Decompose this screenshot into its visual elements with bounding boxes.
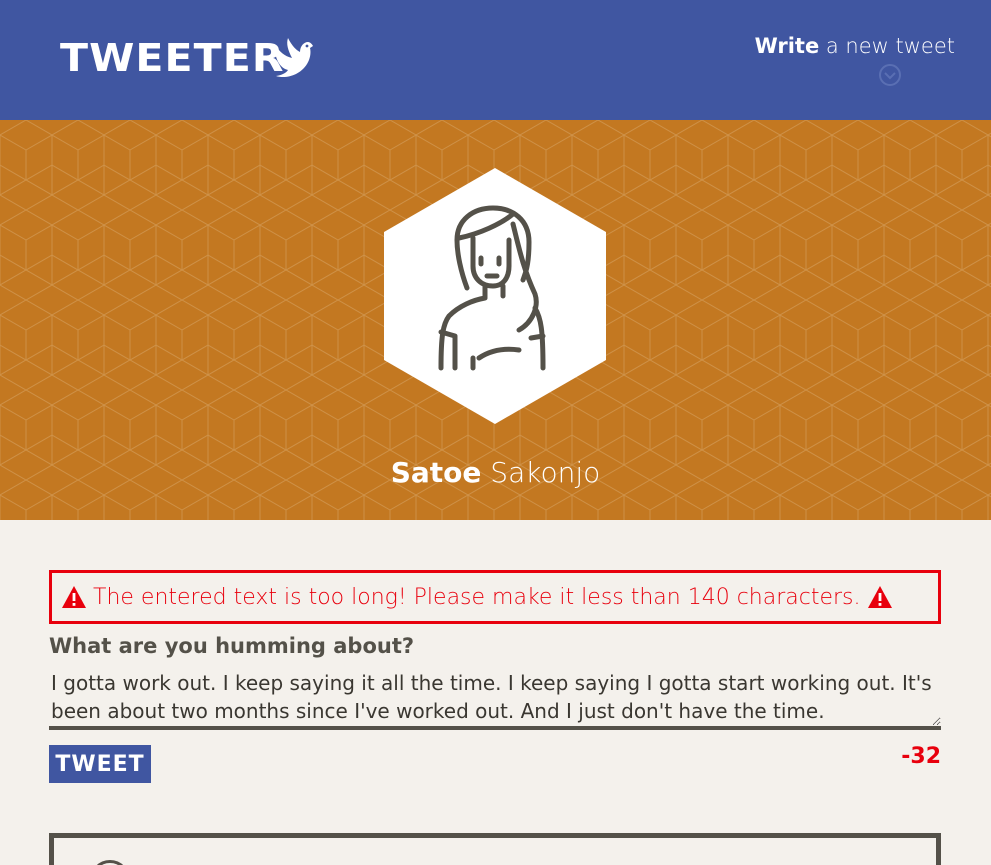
first-name: Satoe (390, 456, 482, 489)
avatar (384, 168, 606, 424)
last-name: Sakonjo (481, 456, 601, 489)
tweet-avatar (90, 860, 130, 865)
error-text: The entered text is too long! Please mak… (93, 584, 861, 610)
user-name: Satoe Sakonjo (0, 456, 991, 489)
profile-header: Satoe Sakonjo (0, 120, 991, 520)
compose-label: a new tweet (819, 34, 955, 58)
logo-text: TWEETER (60, 36, 285, 80)
chevron-down-icon[interactable] (877, 62, 903, 88)
warning-icon (62, 586, 86, 608)
tweet-textarea[interactable]: I gotta work out. I keep saying it all t… (49, 667, 941, 730)
tweet-input-label: What are you humming about? (49, 634, 415, 658)
logo[interactable]: TWEETER (60, 38, 314, 78)
write-new-tweet-link[interactable]: Write a new tweet (755, 34, 955, 58)
top-nav: TWEETER Write a new tweet (0, 0, 991, 120)
error-message: The entered text is too long! Please mak… (49, 570, 941, 624)
tweet-button[interactable]: TWEET (49, 745, 151, 783)
tweet-card (49, 833, 941, 865)
character-counter: -32 (901, 744, 941, 769)
warning-icon (867, 586, 892, 608)
compose-bold-label: Write (754, 34, 820, 58)
